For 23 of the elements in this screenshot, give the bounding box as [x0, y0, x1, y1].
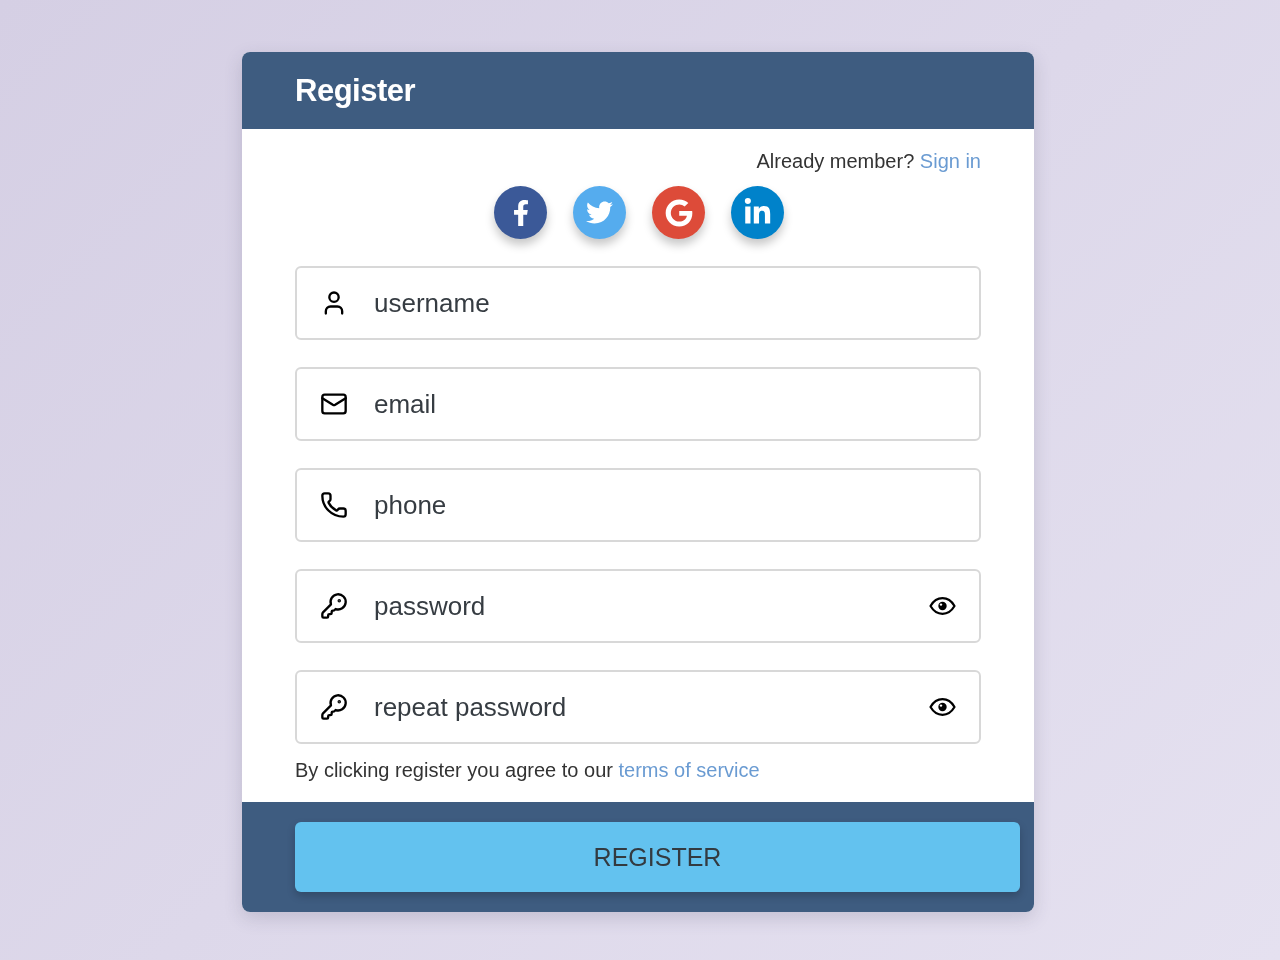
input-field[interactable]: phone — [295, 468, 981, 542]
eye-icon — [929, 597, 956, 615]
twitter-icon — [586, 199, 613, 226]
key-icon — [320, 592, 348, 620]
show-password-button[interactable] — [929, 597, 956, 615]
register-button[interactable]: REGISTER — [295, 822, 1020, 892]
google-icon — [664, 198, 693, 227]
google-button[interactable] — [652, 186, 705, 239]
eye-icon — [929, 698, 956, 716]
sign-in-link[interactable]: Sign in — [919, 150, 981, 172]
input-field[interactable]: repeat password — [295, 670, 981, 744]
key-icon — [320, 693, 348, 721]
phone-icon — [320, 491, 348, 519]
input-field[interactable]: email — [295, 367, 981, 441]
input-field[interactable]: username — [295, 266, 981, 340]
terms-text: By clicking register you agree to our terms of service — [295, 758, 761, 782]
show-password-button[interactable] — [929, 698, 956, 716]
facebook-button[interactable] — [494, 186, 547, 239]
terms-link[interactable]: terms of service — [618, 759, 760, 781]
linkedin-button[interactable] — [731, 186, 784, 239]
input-field[interactable]: password — [295, 569, 981, 643]
signin-prompt: Already member? Sign in — [756, 149, 981, 173]
card-title: Register — [295, 72, 416, 109]
